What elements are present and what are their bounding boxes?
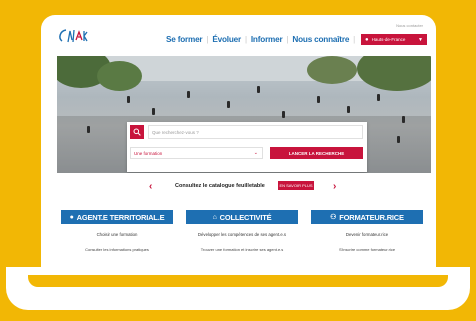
hero-person: [152, 108, 155, 115]
main-nav: Se former | Évoluer | Informer | Nous co…: [166, 35, 355, 44]
card-link[interactable]: Trouver une formation et inscrire ses ag…: [186, 247, 298, 252]
chevron-down-icon: ⌄: [253, 150, 258, 156]
region-label: Hauts-de-France: [371, 37, 406, 42]
search-type-select[interactable]: Une formation ⌄: [130, 147, 263, 159]
nav-separator: |: [353, 35, 356, 44]
users-icon: ⚇: [330, 214, 337, 221]
card-agent-header[interactable]: ● AGENT.E TERRITORIAL.E: [61, 210, 173, 224]
hero-person: [377, 94, 380, 101]
search-button[interactable]: LANCER LA RECHERCHE: [270, 147, 363, 159]
nav-separator: |: [286, 35, 289, 44]
nav-evoluer[interactable]: Évoluer: [212, 35, 241, 44]
catalog-text: Consultez le catalogue feuilletable: [175, 183, 265, 189]
hero-person: [187, 91, 190, 98]
hero-person: [282, 111, 285, 118]
card-link[interactable]: Consulter les informations pratiques: [61, 247, 173, 252]
hero-person: [397, 136, 400, 143]
website-screen: Nous contacter Se former | Évoluer | Inf…: [53, 21, 431, 274]
nav-separator: |: [206, 35, 209, 44]
card-title: AGENT.E TERRITORIAL.E: [76, 212, 165, 222]
hero-person: [127, 96, 130, 103]
card-link[interactable]: Devenir formateur.rice: [311, 232, 423, 237]
contact-link[interactable]: Nous contacter: [396, 23, 423, 28]
nav-separator: |: [244, 35, 247, 44]
site-logo[interactable]: [56, 26, 90, 48]
hero-person: [317, 96, 320, 103]
search-icon[interactable]: [130, 125, 144, 139]
nav-informer[interactable]: Informer: [251, 35, 283, 44]
chevron-down-icon: ▼: [418, 36, 423, 43]
location-pin-icon: ●: [365, 36, 369, 43]
search-type-value: Une formation: [134, 150, 163, 156]
hero-person: [87, 126, 90, 133]
hero-person: [347, 106, 350, 113]
chevron-right-icon[interactable]: ›: [333, 181, 336, 192]
catalog-more-button[interactable]: EN SAVOIR PLUS: [278, 181, 314, 190]
card-link[interactable]: Choisir une formation: [61, 232, 173, 237]
catalog-banner: ‹ Consultez le catalogue feuilletable EN…: [53, 179, 431, 193]
card-link[interactable]: Développer les compétences de ses agent.…: [186, 232, 298, 237]
card-title: FORMATEUR.RICE: [339, 212, 404, 222]
card-collectivite-header[interactable]: ⌂ COLLECTIVITÉ: [186, 210, 298, 224]
region-selector[interactable]: ● Hauts-de-France ▼: [361, 34, 427, 45]
hero-tree: [357, 56, 431, 91]
hero-person: [257, 86, 260, 93]
hero-person: [402, 116, 405, 123]
hero-image: Que recherchez-vous ? Une formation ⌄ LA…: [57, 56, 431, 173]
building-icon: ⌂: [212, 213, 217, 221]
hero-tree: [97, 61, 142, 91]
laptop-base-slot: [28, 275, 448, 287]
hero-person: [227, 101, 230, 108]
card-collectivite: ⌂ COLLECTIVITÉ Développer les compétence…: [186, 210, 298, 252]
chevron-left-icon[interactable]: ‹: [149, 181, 152, 192]
card-formateur: ⚇ FORMATEUR.RICE Devenir formateur.rice …: [311, 210, 423, 252]
card-link[interactable]: S'inscrire comme formateur.rice: [311, 247, 423, 252]
card-agent: ● AGENT.E TERRITORIAL.E Choisir une form…: [61, 210, 173, 252]
card-title: COLLECTIVITÉ: [219, 212, 272, 222]
search-input[interactable]: Que recherchez-vous ?: [148, 125, 363, 139]
card-formateur-header[interactable]: ⚇ FORMATEUR.RICE: [311, 210, 423, 224]
user-icon: ●: [69, 213, 74, 221]
search-panel: Que recherchez-vous ? Une formation ⌄ LA…: [127, 122, 367, 172]
hero-tree: [307, 56, 357, 84]
nav-se-former[interactable]: Se former: [166, 35, 203, 44]
nav-nous-connaitre[interactable]: Nous connaître: [292, 35, 349, 44]
